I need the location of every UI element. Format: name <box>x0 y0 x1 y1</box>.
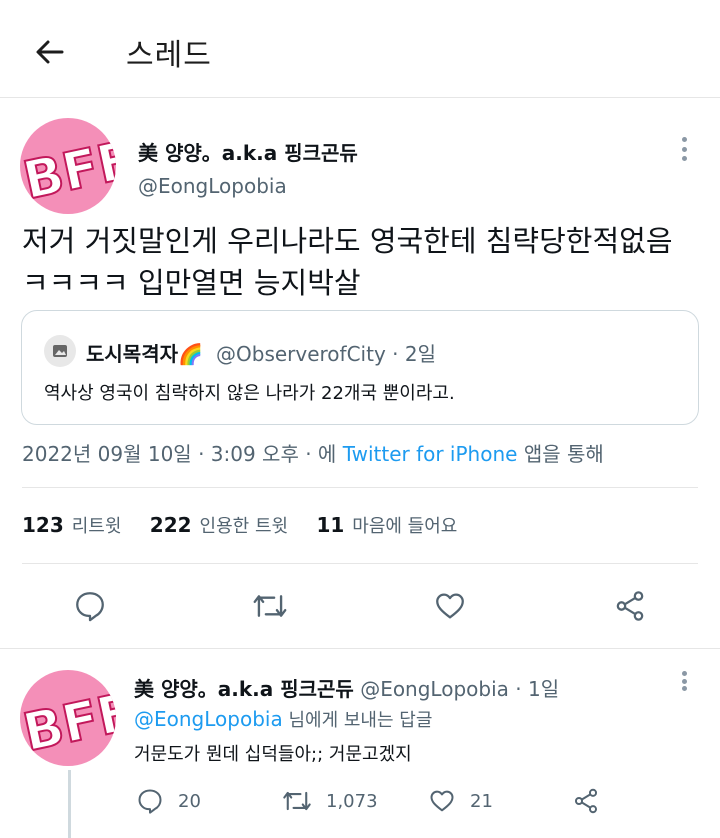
share-button[interactable] <box>610 586 650 626</box>
tweet-stats: 123 리트윗 222 인용한 트윗 11 마음에 들어요 <box>22 512 479 538</box>
more-vertical-icon <box>681 137 687 142</box>
divider <box>0 648 720 649</box>
replying-to: @EongLopobia 님에게 보내는 답글 <box>134 706 432 732</box>
image-placeholder-icon <box>53 345 67 357</box>
mention-link[interactable]: @EongLopobia <box>134 707 283 731</box>
reply-share-button[interactable] <box>572 786 614 816</box>
share-icon <box>574 788 598 814</box>
quoted-display-name: 도시목격자🌈 <box>86 342 203 366</box>
back-button[interactable] <box>30 32 70 72</box>
timestamp-text[interactable]: 2022년 09월 10일 · 3:09 오후 · 에 <box>22 442 336 466</box>
share-icon <box>616 591 644 621</box>
retweet-count: 1,073 <box>326 790 378 812</box>
divider <box>22 487 698 488</box>
author-handle[interactable]: @EongLopobia <box>138 174 287 198</box>
reply-button[interactable] <box>70 586 110 626</box>
reply-like-button[interactable]: 21 <box>428 786 493 816</box>
reply-more-options-button[interactable] <box>674 668 694 694</box>
divider <box>22 563 698 564</box>
quoted-avatar <box>44 335 76 367</box>
author-display-name[interactable]: 美 양양。a.k.a 핑크곤듀 <box>138 137 358 166</box>
reply-count: 20 <box>178 790 201 812</box>
arrow-left-icon <box>36 40 64 64</box>
page-title: 스레드 <box>126 38 212 73</box>
quoted-text: 역사상 영국이 침략하지 않은 나라가 22개국 뿐이라고. <box>44 383 455 404</box>
tweet-text: 저거 거짓말인게 우리나라도 영국한테 침략당한적없음 ㅋㅋㅋㅋ 입만열면 능지… <box>22 220 702 304</box>
comment-icon <box>76 592 104 622</box>
more-options-button[interactable] <box>674 134 694 164</box>
like-count: 21 <box>470 790 493 812</box>
top-bar: 스레드 <box>0 0 720 98</box>
reply-text: 거문도가 뭔데 십덕들아;; 거문고겠지 <box>134 744 412 765</box>
avatar[interactable]: BFF <box>20 118 116 214</box>
more-vertical-icon <box>681 671 687 676</box>
source-suffix: 앱을 통해 <box>523 442 604 466</box>
tweet-text-line: 저거 거짓말인게 우리나라도 영국한테 침략당한적없음 <box>22 224 673 258</box>
heart-icon <box>430 790 454 812</box>
reply-avatar[interactable]: BFF <box>20 670 116 766</box>
quote-count-link[interactable]: 222 인용한 트윗 <box>150 513 310 537</box>
tweet-text-line: ㅋㅋㅋㅋ 입만열면 능지박살 <box>22 266 361 300</box>
like-button[interactable] <box>430 586 470 626</box>
replying-to-suffix: 님에게 보내는 답글 <box>288 710 433 731</box>
reply-display-name[interactable]: 美 양양。a.k.a 핑크곤듀 <box>134 677 354 701</box>
retweet-count-link[interactable]: 123 리트윗 <box>22 513 143 537</box>
reply-meta: @EongLopobia · 1일 <box>360 677 560 701</box>
retweet-button[interactable] <box>250 586 290 626</box>
thread-line <box>68 770 71 838</box>
retweet-icon <box>283 791 311 811</box>
quoted-handle: @ObserverofCity · 2일 <box>216 342 436 366</box>
tweet-timestamp: 2022년 09월 10일 · 3:09 오후 · 에 Twitter for … <box>22 438 604 467</box>
retweet-icon <box>253 595 287 617</box>
source-link[interactable]: Twitter for iPhone <box>343 442 518 466</box>
reply-retweet-button[interactable]: 1,073 <box>282 786 378 816</box>
quoted-tweet-card[interactable]: 도시목격자🌈 @ObserverofCity · 2일 역사상 영국이 침략하지… <box>21 310 699 425</box>
comment-icon <box>138 789 162 814</box>
heart-icon <box>436 593 464 619</box>
reply-reply-button[interactable]: 20 <box>136 786 201 816</box>
like-count-link[interactable]: 11 마음에 들어요 <box>316 513 479 537</box>
reply-header: 美 양양。a.k.a 핑크곤듀 @EongLopobia · 1일 <box>134 673 559 702</box>
